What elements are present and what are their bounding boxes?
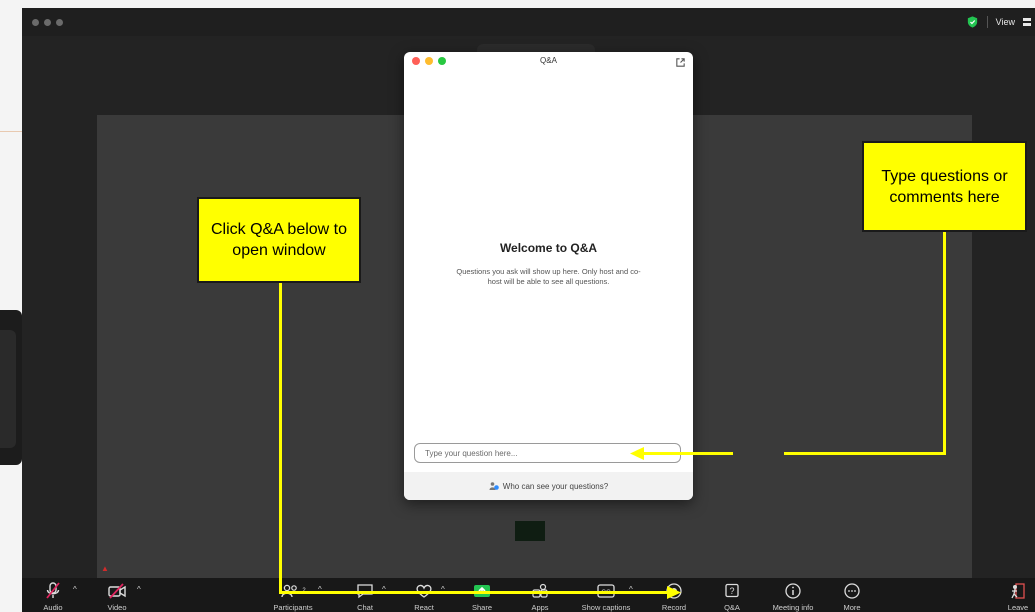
leave-button[interactable]: Leave [1004,578,1032,612]
more-button[interactable]: More [837,578,867,612]
leave-label: Leave [1007,603,1029,612]
view-label: View [995,17,1015,27]
window-close-dot[interactable] [32,19,39,26]
microphone-muted-icon [40,581,66,601]
svg-text:?: ? [729,586,734,596]
qa-window: Q&A Welcome to Q&A Questions you ask wil… [404,52,693,500]
meeting-toolbar: Audio ^ Video ^ Participants ^ Chat ^ Re… [22,578,1035,612]
show-captions-label: Show captions [581,603,631,612]
apps-label: Apps [531,603,549,612]
video-options-caret[interactable]: ^ [137,585,141,594]
video-button[interactable]: Video [102,578,132,612]
arrow-head-to-qa [667,586,681,599]
window-minimize-dot[interactable] [44,19,51,26]
participants-label: Participants [273,603,313,612]
react-label: React [414,603,434,612]
arrow-right-segment [643,452,733,455]
leave-door-icon [1005,581,1031,601]
qa-welcome-title: Welcome to Q&A [499,241,598,255]
react-button[interactable]: React [409,578,439,612]
arrow-left-vertical [279,283,282,593]
audio-label: Audio [43,603,63,612]
view-separator [986,16,988,28]
info-icon [780,581,806,601]
meeting-info-label: Meeting info [772,603,814,612]
view-control[interactable]: View [966,15,1031,29]
arrow-left-horizontal [279,591,673,594]
qa-window-title: Q&A [540,56,557,65]
more-label: More [843,603,861,612]
question-box-icon: ? [719,581,745,601]
recording-indicator: ▲ [101,564,109,573]
video-label: Video [107,603,127,612]
qa-button[interactable]: ? Q&A [717,578,747,612]
chat-button[interactable]: Chat [350,578,380,612]
shield-icon [967,16,977,28]
apps-button[interactable]: Apps [525,578,555,612]
participant-thumbnail[interactable] [515,521,545,541]
popout-icon[interactable] [675,57,686,68]
camera-off-icon [104,581,130,601]
qa-label: Q&A [724,603,740,612]
annotation-click-qa: Click Q&A below to open window [197,197,361,283]
annotation-type-questions: Type questions or comments here [862,141,1027,232]
meeting-info-button[interactable]: Meeting info [765,578,821,612]
audio-options-caret[interactable]: ^ [73,585,77,594]
record-label: Record [661,603,687,612]
show-captions-button[interactable]: CC Show captions [573,578,639,612]
window-titlebar: View [22,8,1035,36]
qa-welcome-text: Questions you ask will show up here. Onl… [456,267,641,286]
zoom-meeting-window: View ▲ Audio ^ Video ^ Participants ^ Ch… [22,8,1035,612]
window-zoom-dot[interactable] [56,19,63,26]
people-icon [489,482,499,490]
qa-visibility-label: Who can see your questions? [502,481,609,491]
arrow-right-horizontal [784,452,946,455]
screenshot-stage: View ▲ Audio ^ Video ^ Participants ^ Ch… [0,0,1035,612]
arrow-right-vertical [943,232,946,455]
chat-label: Chat [357,603,373,612]
background-divider [0,131,22,132]
qa-titlebar: Q&A [404,52,693,70]
share-button[interactable]: Share [467,578,497,612]
view-grid-icon [1023,18,1031,26]
background-panel-inner [0,330,16,448]
participants-button[interactable]: 2 Participants [265,578,321,612]
qa-visibility-link[interactable]: Who can see your questions? [404,472,693,500]
more-ellipsis-icon [839,581,865,601]
audio-button[interactable]: Audio [38,578,68,612]
arrow-head-to-input [630,447,644,460]
share-label: Share [471,603,492,612]
